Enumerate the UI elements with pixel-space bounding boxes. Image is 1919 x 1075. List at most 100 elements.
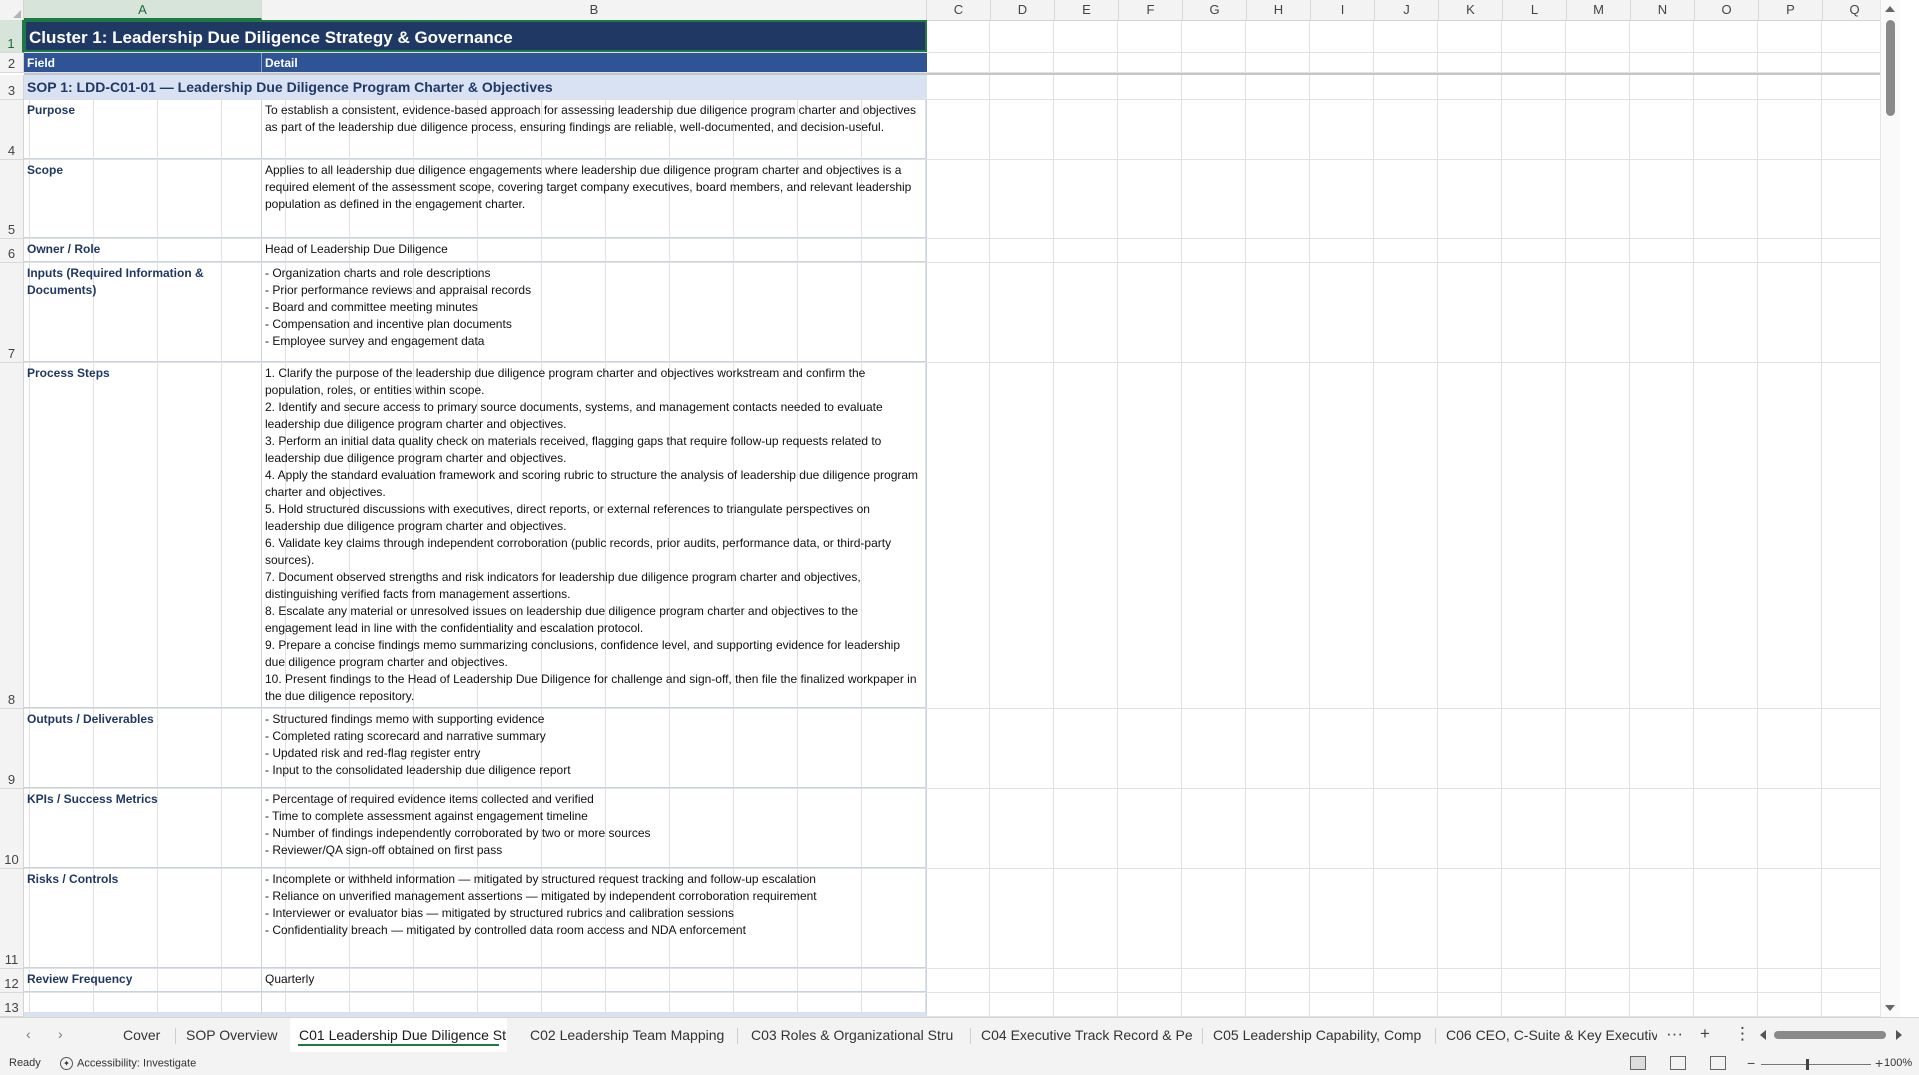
detail-cell[interactable]: - Incomplete or withheld information — m… <box>262 869 927 968</box>
scroll-left-arrow-icon[interactable] <box>1760 1030 1766 1040</box>
row-header-2[interactable]: 2 <box>0 53 24 73</box>
page-layout-view-button[interactable] <box>1670 1056 1686 1070</box>
field-cell[interactable]: Outputs / Deliverables <box>24 709 262 788</box>
column-header-C[interactable]: C <box>927 0 991 20</box>
column-header-O[interactable]: O <box>1695 0 1759 20</box>
zoom-level[interactable]: 100% <box>1884 1057 1912 1069</box>
accessibility-status[interactable]: ✦ Accessibility: Investigate <box>60 1057 196 1070</box>
detail-cell[interactable]: To establish a consistent, evidence-base… <box>262 100 927 159</box>
column-header-D[interactable]: D <box>991 0 1055 20</box>
row-header-11[interactable]: 11 <box>0 869 24 969</box>
zoom-track[interactable] <box>1761 1064 1871 1065</box>
zoom-knob[interactable] <box>1806 1059 1809 1070</box>
field-cell[interactable]: Owner / Role <box>24 239 262 262</box>
column-header-P[interactable]: P <box>1759 0 1823 20</box>
column-header-K[interactable]: K <box>1439 0 1503 20</box>
column-header-B[interactable]: B <box>262 0 927 20</box>
row-header-3[interactable]: 3 <box>0 75 24 100</box>
column-header-row: A B C D E F G H I J K L M N O P Q <box>0 0 1900 21</box>
column-header-E[interactable]: E <box>1055 0 1119 20</box>
spreadsheet-grid[interactable]: A B C D E F G H I J K L M N O P Q 1 2 3 … <box>0 0 1900 1017</box>
column-header-A[interactable]: A <box>24 0 262 20</box>
column-header-F[interactable]: F <box>1119 0 1183 20</box>
detail-cell[interactable]: - Organization charts and role descripti… <box>262 263 927 362</box>
scroll-down-arrow-icon[interactable] <box>1885 1005 1895 1011</box>
row-header-6[interactable]: 6 <box>0 239 24 263</box>
scroll-up-arrow-icon[interactable] <box>1885 6 1895 12</box>
column-header-M[interactable]: M <box>1567 0 1631 20</box>
column-header-N[interactable]: N <box>1631 0 1695 20</box>
tab-c03[interactable]: C03 Roles & Organizational Stru <box>742 1018 967 1052</box>
vertical-scroll-thumb[interactable] <box>1886 20 1895 116</box>
detail-cell[interactable]: Applies to all leadership due diligence … <box>262 160 927 238</box>
header-detail-cell[interactable]: Detail <box>262 53 927 72</box>
table-row: Purpose To establish a consistent, evide… <box>24 100 1900 160</box>
detail-cell[interactable]: Quarterly <box>262 969 927 992</box>
vertical-scrollbar[interactable] <box>1880 0 1900 1017</box>
row-header-13[interactable]: 13 <box>0 993 24 1017</box>
tab-c04[interactable]: C04 Executive Track Record & Pe <box>972 1018 1198 1052</box>
select-all-corner[interactable] <box>0 0 24 20</box>
tab-c01[interactable]: C01 Leadership Due Diligence St <box>290 1018 507 1052</box>
row-header-8[interactable]: 8 <box>0 363 24 709</box>
field-cell[interactable]: Review Frequency <box>24 969 262 992</box>
field-cell[interactable]: Scope <box>24 160 262 238</box>
field-cell[interactable]: KPIs / Success Metrics <box>24 789 262 868</box>
horizontal-scrollbar[interactable] <box>1756 1025 1906 1045</box>
tab-cover[interactable]: Cover <box>114 1018 169 1052</box>
tab-separator <box>175 1028 176 1044</box>
column-header-Q[interactable]: Q <box>1823 0 1887 20</box>
table-row: Process Steps 1. Clarify the purpose of … <box>24 363 1900 709</box>
sheet-title-cell[interactable]: Cluster 1: Leadership Due Diligence Stra… <box>24 20 927 52</box>
tab-c05[interactable]: C05 Leadership Capability, Comp <box>1204 1018 1431 1052</box>
column-header-H[interactable]: H <box>1247 0 1311 20</box>
tab-scroll-prev-icon[interactable]: ‹ <box>26 1026 31 1042</box>
sop-title-cell[interactable]: SOP 1: LDD-C01-01 — Leadership Due Dilig… <box>24 75 927 99</box>
zoom-in-icon[interactable]: + <box>1875 1055 1883 1071</box>
row-3: SOP 1: LDD-C01-01 — Leadership Due Dilig… <box>24 75 1900 100</box>
row-header-7[interactable]: 7 <box>0 263 24 363</box>
scroll-right-arrow-icon[interactable] <box>1896 1030 1902 1040</box>
tab-c02[interactable]: C02 Leadership Team Mapping <box>521 1018 733 1052</box>
page-break-preview-button[interactable] <box>1710 1056 1726 1070</box>
column-header-L[interactable]: L <box>1503 0 1567 20</box>
detail-cell[interactable]: - Structured findings memo with supporti… <box>262 709 927 788</box>
tab-separator <box>737 1028 738 1044</box>
field-cell[interactable]: Process Steps <box>24 363 262 708</box>
tab-sop-overview[interactable]: SOP Overview <box>177 1018 287 1052</box>
field-cell[interactable]: Inputs (Required Information & Documents… <box>24 263 262 362</box>
row-header-9[interactable]: 9 <box>0 709 24 789</box>
normal-view-button[interactable] <box>1630 1056 1646 1070</box>
row-header-10[interactable]: 10 <box>0 789 24 869</box>
tab-scroll-next-icon[interactable]: › <box>58 1026 63 1042</box>
detail-cell[interactable]: - Percentage of required evidence items … <box>262 789 927 868</box>
column-header-I[interactable]: I <box>1311 0 1375 20</box>
row-header-5[interactable]: 5 <box>0 160 24 239</box>
tab-separator <box>970 1028 971 1044</box>
table-row: Risks / Controls - Incomplete or withhel… <box>24 869 1900 969</box>
sheet-options-icon[interactable]: ⋮ <box>1734 1024 1751 1044</box>
tab-separator <box>1202 1028 1203 1044</box>
tab-separator <box>1435 1028 1436 1044</box>
tab-c06[interactable]: C06 CEO, C-Suite & Key Executiv <box>1437 1018 1657 1052</box>
zoom-slider[interactable]: − + <box>1745 1055 1895 1072</box>
row-header-4[interactable]: 4 <box>0 100 24 160</box>
add-sheet-icon[interactable]: + <box>1700 1024 1710 1044</box>
detail-cell[interactable]: Head of Leadership Due Diligence <box>262 239 927 262</box>
accessibility-label: Accessibility: Investigate <box>77 1057 197 1070</box>
table-row: Inputs (Required Information & Documents… <box>24 263 1900 363</box>
column-header-G[interactable]: G <box>1183 0 1247 20</box>
field-cell[interactable]: Risks / Controls <box>24 869 262 968</box>
column-header-J[interactable]: J <box>1375 0 1439 20</box>
row-header-12[interactable]: 12 <box>0 969 24 993</box>
empty-cell[interactable] <box>24 993 262 1016</box>
horizontal-scroll-thumb[interactable] <box>1774 1031 1886 1039</box>
field-cell[interactable]: Purpose <box>24 100 262 159</box>
detail-cell[interactable]: 1. Clarify the purpose of the leadership… <box>262 363 927 708</box>
table-row: Owner / Role Head of Leadership Due Dili… <box>24 239 1900 263</box>
more-sheets-icon[interactable]: ··· <box>1666 1024 1683 1044</box>
empty-cell[interactable] <box>262 993 927 1016</box>
header-field-cell[interactable]: Field <box>24 53 262 72</box>
zoom-out-icon[interactable]: − <box>1747 1055 1755 1071</box>
row-header-1[interactable]: 1 <box>0 20 24 53</box>
